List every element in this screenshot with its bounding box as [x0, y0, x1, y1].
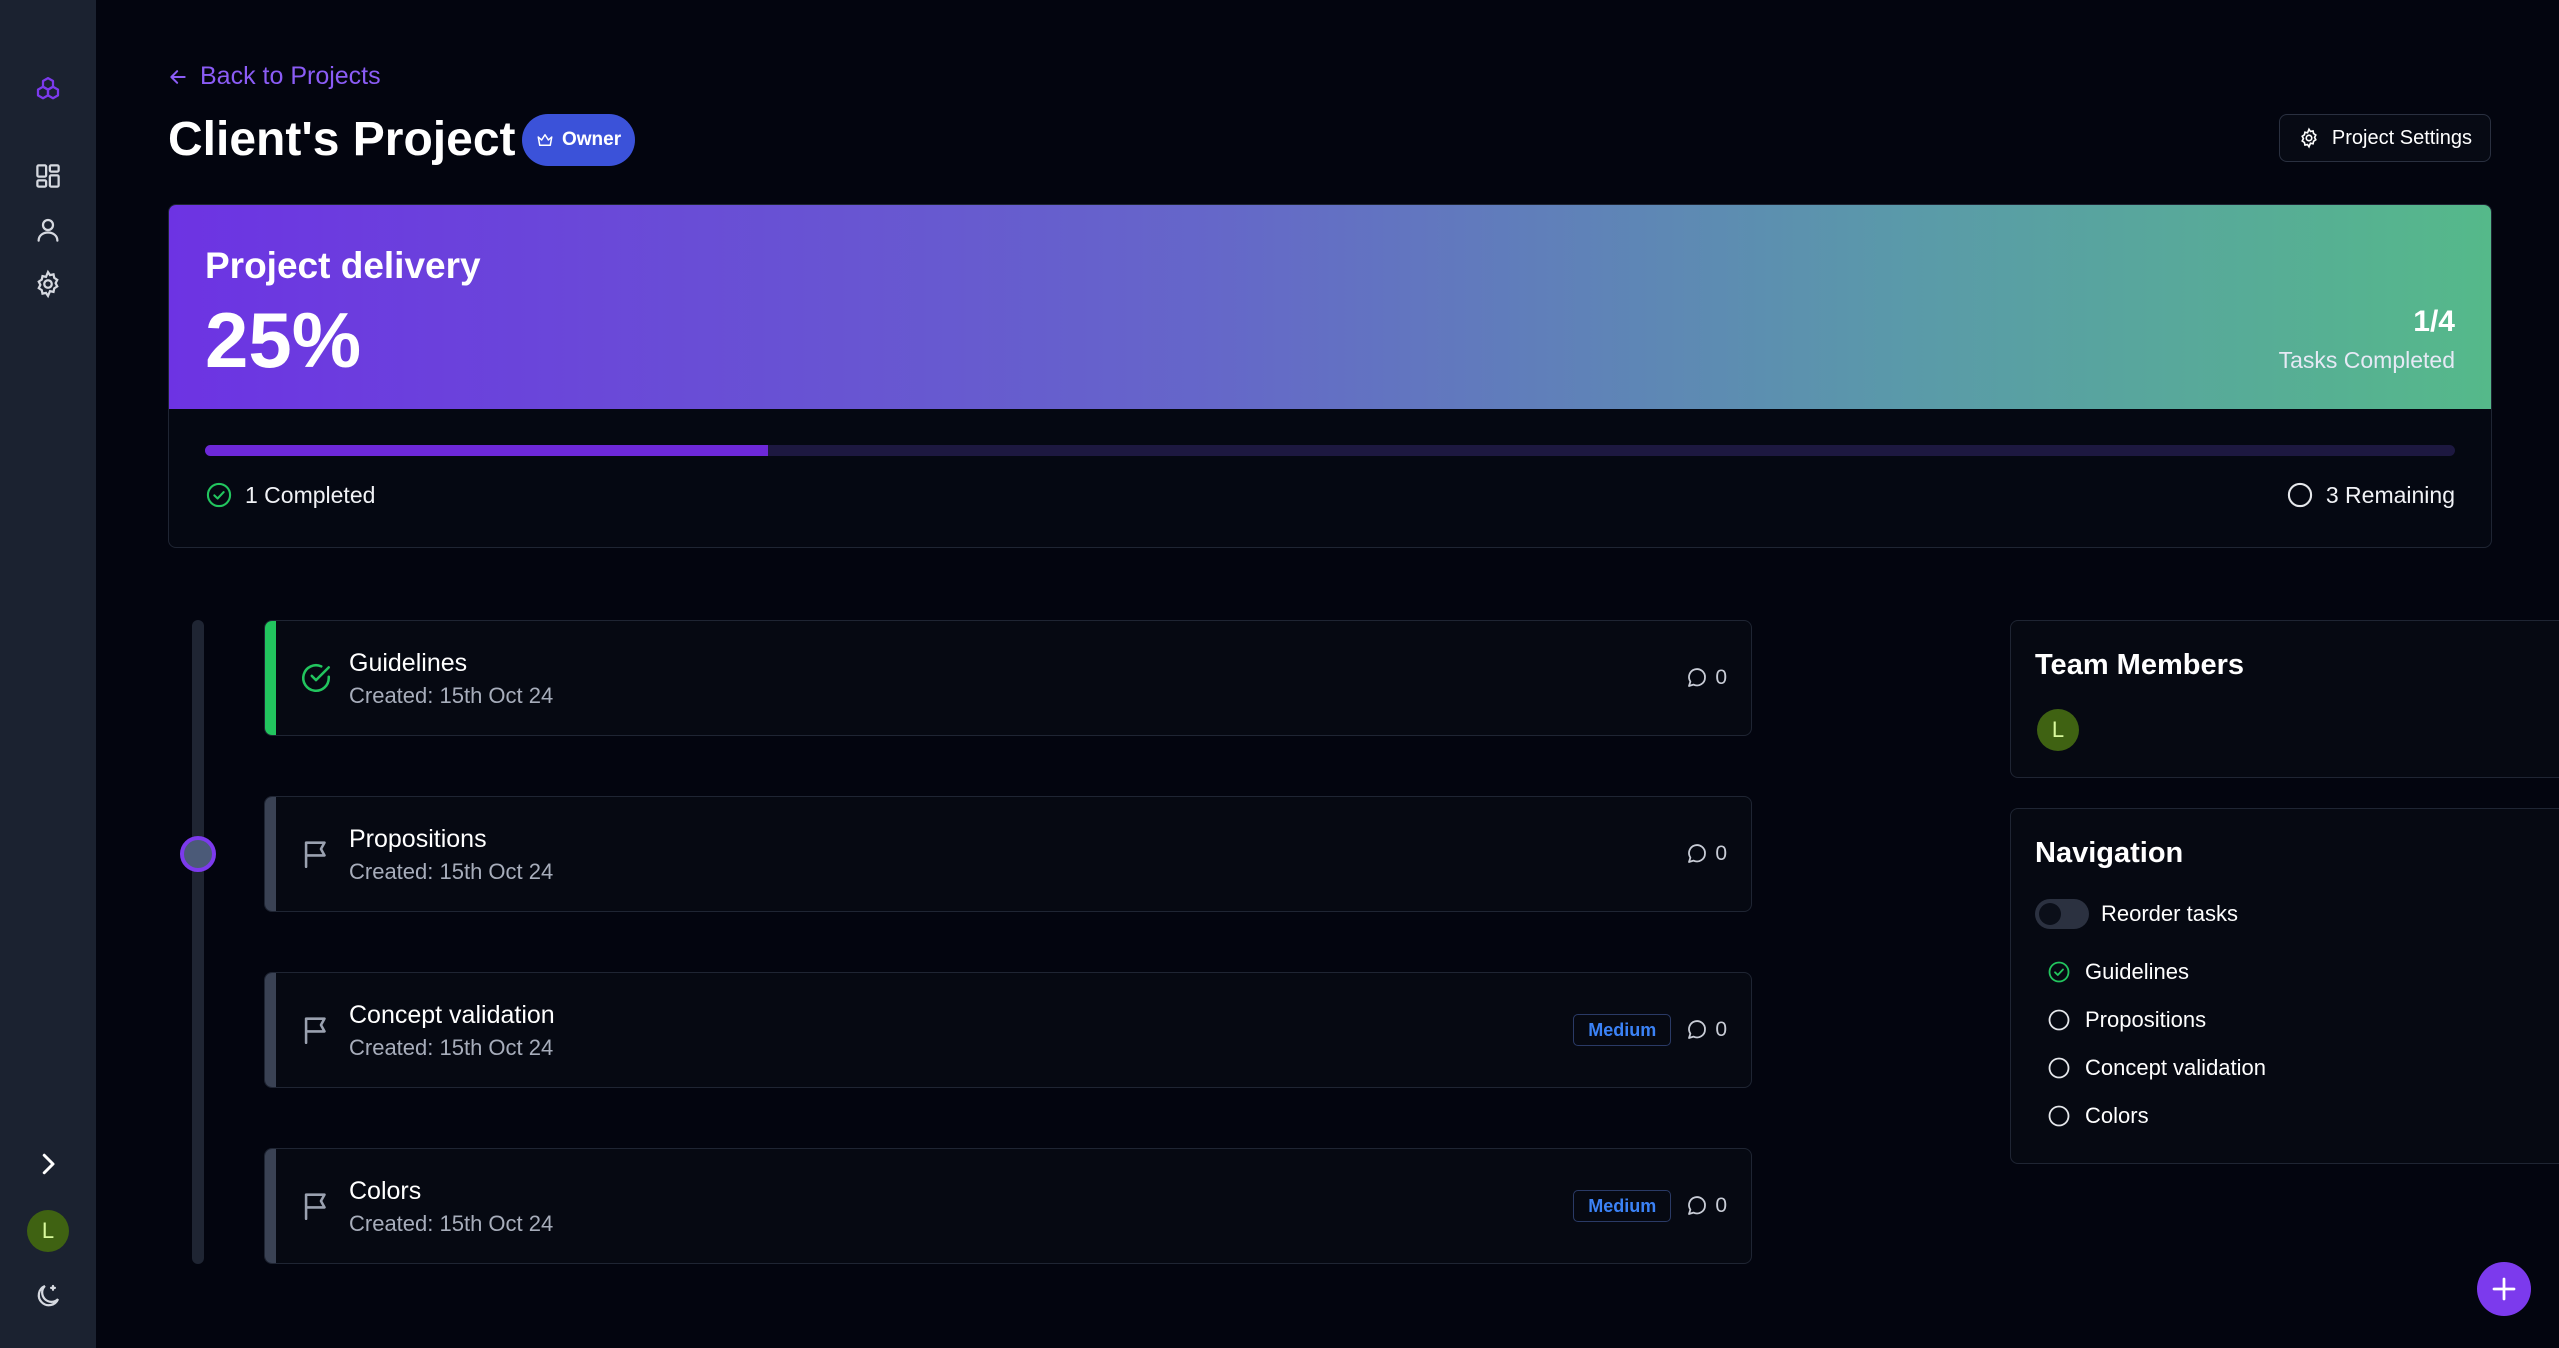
- chevron-right-icon[interactable]: [28, 1144, 68, 1184]
- priority-badge: Medium: [1573, 1014, 1672, 1046]
- circle-icon: [2048, 1105, 2070, 1127]
- moon-icon[interactable]: [28, 1276, 68, 1316]
- task-title: Propositions: [349, 825, 487, 853]
- nav-item-colors[interactable]: Colors: [2047, 1103, 2149, 1129]
- nav-item-label: Guidelines: [2085, 959, 2189, 984]
- nav-item-label: Colors: [2085, 1103, 2149, 1128]
- sidebar: L: [0, 0, 96, 1348]
- cubes-logo-icon[interactable]: [28, 70, 68, 110]
- crown-icon: [537, 134, 553, 146]
- gear-icon[interactable]: [28, 264, 68, 304]
- check-circle-icon: [301, 663, 331, 693]
- nav-item-guidelines[interactable]: Guidelines: [2047, 959, 2189, 985]
- task-title: Colors: [349, 1177, 422, 1205]
- progress-bar-fill: [205, 445, 768, 456]
- task-status-bar: [265, 973, 276, 1087]
- circle-icon: [2048, 1057, 2070, 1079]
- user-icon[interactable]: [28, 210, 68, 250]
- project-settings-button[interactable]: Project Settings: [2278, 114, 2491, 162]
- progress-bar: [205, 445, 2455, 456]
- task-comments[interactable]: 0: [1685, 842, 1727, 866]
- main-content: Back to Projects Client's Project Owner …: [96, 0, 2559, 1348]
- task-comments[interactable]: 0: [1685, 1018, 1727, 1042]
- priority-badge: Medium: [1573, 1190, 1672, 1222]
- owner-badge: Owner: [522, 114, 636, 166]
- task-date: Created: 15th Oct 24: [349, 859, 554, 884]
- nav-item-label: Propositions: [2085, 1007, 2207, 1032]
- navigation-panel: Navigation Reorder tasks Guidelines Prop…: [2010, 808, 2559, 1164]
- toggle-knob: [2039, 903, 2061, 925]
- reorder-tasks-label: Reorder tasks: [2101, 901, 2238, 926]
- task-status-bar: [265, 621, 276, 735]
- arrow-left-icon: [170, 69, 186, 84]
- flag-icon: [304, 1193, 326, 1221]
- check-circle-icon: [206, 482, 232, 508]
- timeline-marker[interactable]: [180, 836, 216, 872]
- task-title: Concept validation: [349, 1001, 555, 1029]
- comment-icon: [1688, 1020, 1707, 1039]
- user-avatar[interactable]: L: [27, 1210, 69, 1252]
- page-title: Client's Project: [168, 113, 516, 166]
- project-delivery-card: Project delivery 25% 1/4 Tasks Completed…: [168, 204, 2492, 548]
- task-status-bar: [265, 1149, 276, 1263]
- add-task-button[interactable]: [2477, 1262, 2531, 1316]
- remaining-label: 3 Remaining: [2325, 481, 2455, 508]
- check-circle-icon: [2048, 961, 2070, 983]
- circle-icon: [2048, 1009, 2070, 1031]
- task-card[interactable]: Colors Created: 15th Oct 24 Medium 0: [264, 1148, 1752, 1264]
- task-comments[interactable]: 0: [1685, 1194, 1727, 1218]
- task-card[interactable]: Guidelines Created: 15th Oct 24 0: [264, 620, 1752, 736]
- gear-icon: [2301, 127, 2317, 149]
- dashboard-grid-icon[interactable]: [28, 156, 68, 196]
- project-settings-label: Project Settings: [2331, 126, 2472, 149]
- task-status-bar: [265, 797, 276, 911]
- back-to-projects-link[interactable]: Back to Projects: [168, 62, 381, 91]
- team-members-panel: Team Members L: [2010, 620, 2559, 778]
- progress-banner: Project delivery 25% 1/4 Tasks Completed: [169, 205, 2491, 409]
- flag-icon: [304, 841, 326, 869]
- nav-item-propositions[interactable]: Propositions: [2047, 1007, 2206, 1033]
- comment-count: 0: [1715, 1018, 1727, 1041]
- comment-count: 0: [1715, 666, 1727, 689]
- task-date: Created: 15th Oct 24: [349, 1211, 554, 1236]
- comment-count: 0: [1715, 1194, 1727, 1217]
- plus-icon: [2492, 1277, 2516, 1301]
- nav-item-label: Concept validation: [2085, 1055, 2267, 1080]
- comment-icon: [1688, 1196, 1707, 1215]
- completed-stat: 1 Completed: [205, 481, 375, 509]
- owner-badge-label: Owner: [562, 129, 622, 150]
- task-comments[interactable]: 0: [1685, 666, 1727, 690]
- tasks-completed-count: 1/4: [2413, 305, 2455, 338]
- circle-icon: [2287, 482, 2312, 508]
- delivery-percent: 25%: [205, 296, 362, 384]
- team-members-title: Team Members: [2035, 649, 2244, 681]
- member-avatar[interactable]: L: [2037, 709, 2079, 751]
- remaining-stat: 3 Remaining: [2286, 481, 2455, 509]
- flag-icon: [304, 1017, 326, 1045]
- task-date: Created: 15th Oct 24: [349, 1035, 554, 1060]
- timeline-track: [192, 620, 204, 1264]
- comment-icon: [1688, 844, 1707, 863]
- task-card[interactable]: Concept validation Created: 15th Oct 24 …: [264, 972, 1752, 1088]
- nav-item-concept-validation[interactable]: Concept validation: [2047, 1055, 2266, 1081]
- comment-count: 0: [1715, 842, 1727, 865]
- completed-label: 1 Completed: [245, 481, 376, 508]
- delivery-label: Project delivery: [205, 245, 481, 286]
- navigation-title: Navigation: [2035, 837, 2184, 869]
- tasks-completed-label: Tasks Completed: [2278, 347, 2455, 373]
- task-card[interactable]: Propositions Created: 15th Oct 24 0: [264, 796, 1752, 912]
- comment-icon: [1688, 668, 1707, 687]
- back-link-label: Back to Projects: [200, 62, 381, 90]
- reorder-tasks-toggle[interactable]: [2035, 899, 2089, 929]
- task-date: Created: 15th Oct 24: [349, 683, 554, 708]
- task-title: Guidelines: [349, 649, 468, 677]
